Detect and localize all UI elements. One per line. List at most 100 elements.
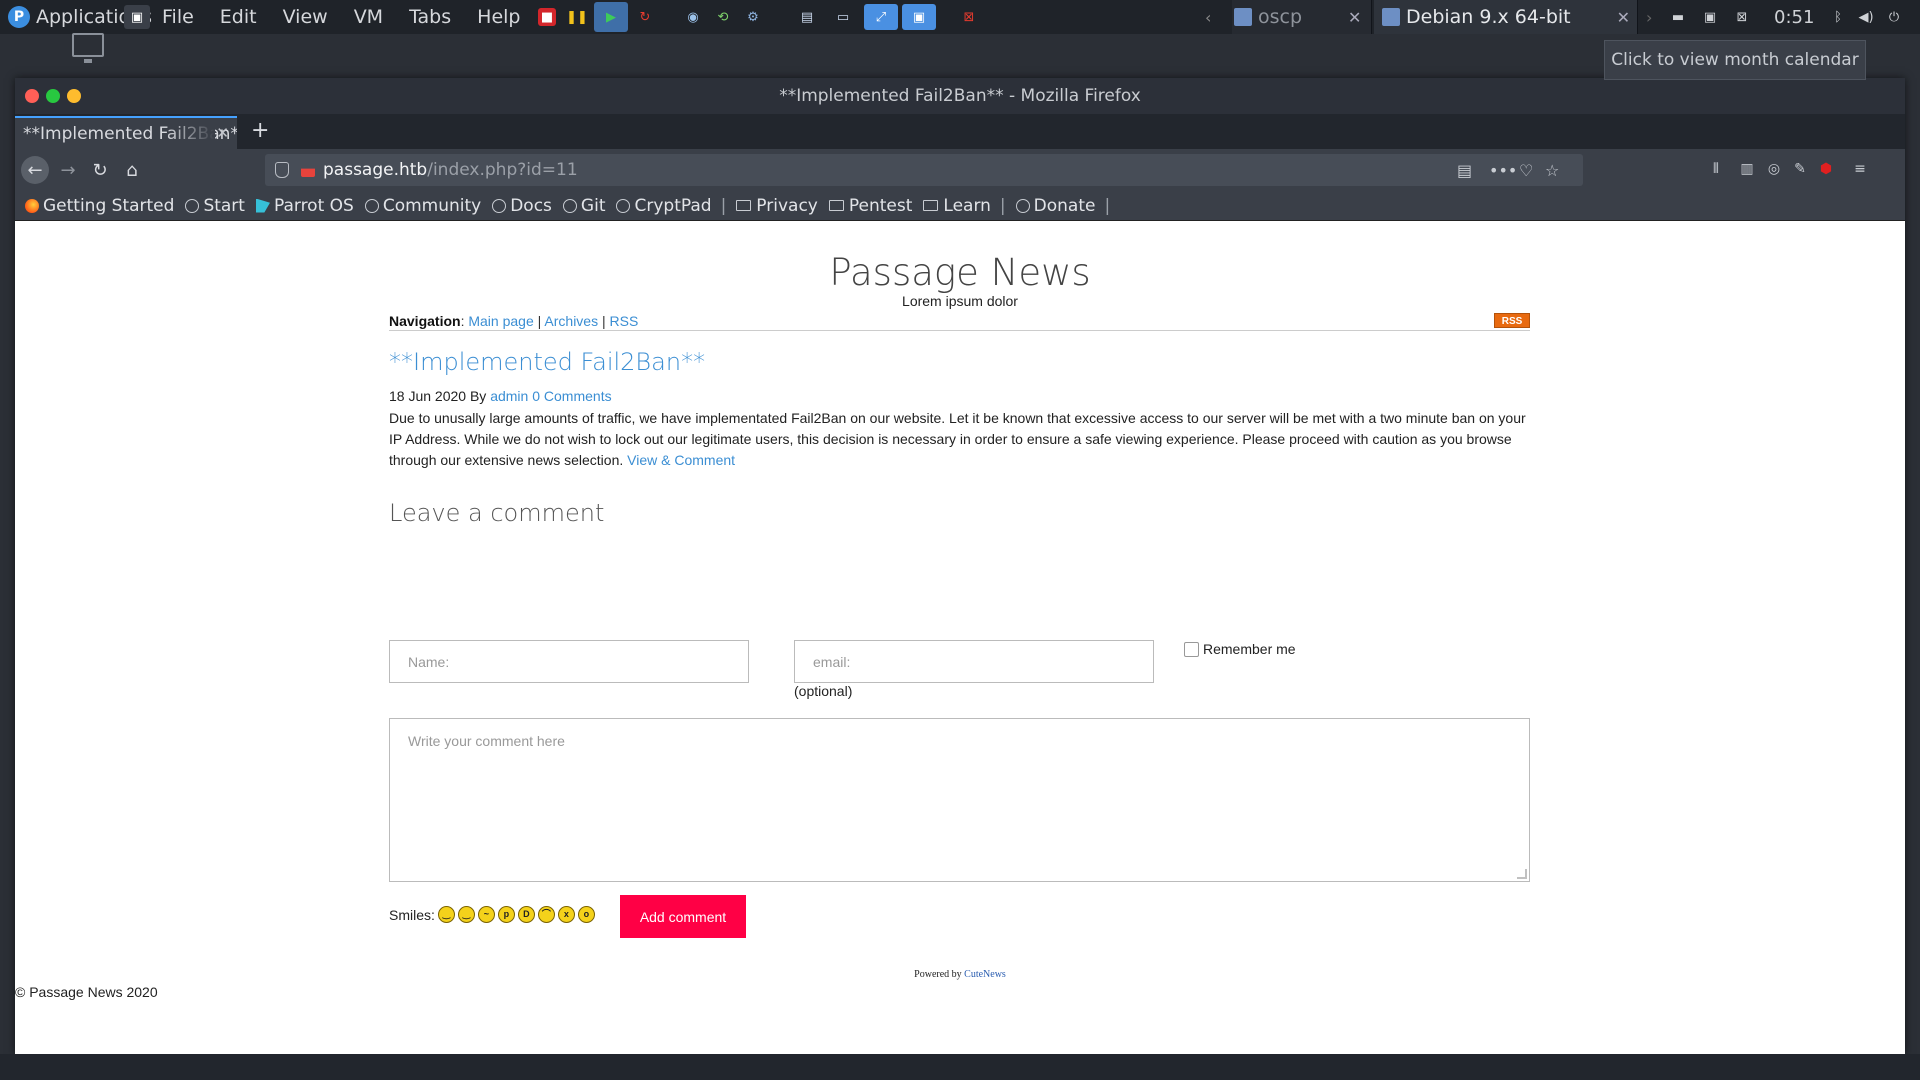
menu-view[interactable]: View xyxy=(283,6,328,28)
bookmark-parrot-os[interactable]: Parrot OS xyxy=(255,196,354,216)
menu-vm[interactable]: VM xyxy=(354,6,383,28)
show-library-icon[interactable]: ▤ xyxy=(798,5,816,29)
vm-tabs-scroll-left[interactable]: ‹ xyxy=(1205,0,1211,34)
nav-main-page-link[interactable]: Main page xyxy=(468,313,533,329)
extension-icon[interactable]: ✎ xyxy=(1791,160,1809,178)
bluetooth-icon[interactable]: ᛒ xyxy=(1828,5,1848,29)
bookmark-donate[interactable]: Donate xyxy=(1015,196,1095,216)
name-input[interactable]: Name: xyxy=(389,640,749,683)
vm-tab-debian[interactable]: Debian 9.x 64-bit ✕ xyxy=(1374,0,1638,34)
post-title-link[interactable]: **Implemented Fail2Ban** xyxy=(389,348,705,376)
reload-icon[interactable]: ↻ xyxy=(86,156,114,184)
library-icon[interactable]: ⫴ xyxy=(1707,160,1725,178)
tracking-protection-icon[interactable] xyxy=(275,162,289,178)
network-icon[interactable]: ⊠ xyxy=(1732,5,1752,29)
bookmark-docs[interactable]: Docs xyxy=(492,196,552,216)
wink-emoticon-icon[interactable]: ‿ xyxy=(457,906,475,923)
bookmark-git[interactable]: Git xyxy=(562,196,605,216)
suspend-icon[interactable]: ❚❚ xyxy=(566,5,588,29)
snapshot-manager-icon[interactable]: ⚙ xyxy=(744,5,762,29)
bookmark-getting-started[interactable]: Getting Started xyxy=(25,196,174,216)
cutenews-link[interactable]: CuteNews xyxy=(964,969,1006,980)
smile-emoticon-icon[interactable]: ‿ xyxy=(437,906,455,923)
reset-icon[interactable]: ↻ xyxy=(636,5,654,29)
firefox-icon xyxy=(25,198,39,213)
new-tab-button[interactable]: + xyxy=(251,118,269,143)
minimize-window-icon[interactable] xyxy=(67,89,81,103)
add-comment-button[interactable]: Add comment xyxy=(620,895,746,938)
clipboard-icon[interactable]: ▣ xyxy=(1700,5,1720,29)
vm-tab-oscp[interactable]: oscp ✕ xyxy=(1232,0,1372,34)
bookmark-folder-privacy[interactable]: Privacy xyxy=(736,196,818,216)
close-icon[interactable]: ✕ xyxy=(1348,8,1361,27)
remember-me-checkbox[interactable] xyxy=(1184,641,1199,657)
window-icon[interactable]: ▬ xyxy=(1668,5,1688,29)
back-icon[interactable]: ← xyxy=(21,156,49,184)
revert-snapshot-icon[interactable]: ⟲ xyxy=(714,5,732,29)
menu-help[interactable]: Help xyxy=(477,6,520,28)
laugh-emoticon-icon[interactable]: D xyxy=(517,906,535,923)
nav-rss-link[interactable]: RSS xyxy=(610,313,639,329)
desktop-monitor-icon[interactable] xyxy=(72,33,104,63)
url-bar[interactable]: passage.htb/index.php?id=11 ▤ ••• ♡ ☆ xyxy=(265,154,1583,186)
bookmark-folder-pentest[interactable]: Pentest xyxy=(828,196,912,216)
folder-icon xyxy=(736,200,752,211)
unity-icon[interactable]: ▣ xyxy=(902,4,936,30)
volume-icon[interactable]: ◀) xyxy=(1856,5,1876,29)
full-screen-icon[interactable]: ⤢ xyxy=(864,4,898,30)
window-titlebar[interactable]: **Implemented Fail2Ban** - Mozilla Firef… xyxy=(15,78,1905,114)
bookmark-start[interactable]: Start xyxy=(185,196,245,216)
snapshot-icon[interactable]: ◉ xyxy=(684,5,702,29)
bookmark-cryptpad[interactable]: CryptPad xyxy=(616,196,712,216)
close-icon[interactable]: ✕ xyxy=(1617,8,1630,27)
play-icon[interactable]: ▶ xyxy=(594,2,628,32)
comment-textarea[interactable]: Write your comment here xyxy=(389,718,1530,882)
ublock-origin-icon[interactable]: ⬢ xyxy=(1817,160,1835,178)
home-icon[interactable]: ⌂ xyxy=(118,156,146,184)
sidebar-icon[interactable]: ▥ xyxy=(1738,160,1756,178)
thumbnail-bar-icon[interactable]: ▭ xyxy=(834,5,852,29)
menu-tabs[interactable]: Tabs xyxy=(409,6,451,28)
reader-view-icon[interactable]: ▤ xyxy=(1457,161,1472,180)
remember-me[interactable]: Remember me xyxy=(1184,641,1296,657)
view-comment-link[interactable]: View & Comment xyxy=(627,452,735,468)
sad-emoticon-icon[interactable]: ⌒ xyxy=(537,906,555,923)
nav-archives-link[interactable]: Archives xyxy=(544,313,598,329)
tray-status: ᛒ ◀) ⏻ xyxy=(1828,0,1904,34)
bookmark-folder-learn[interactable]: Learn xyxy=(923,196,991,216)
clock[interactable]: 0:51 xyxy=(1774,0,1814,34)
angry-emoticon-icon[interactable]: x xyxy=(557,906,575,923)
post-author-link[interactable]: admin xyxy=(490,388,528,404)
close-tab-icon[interactable]: ✕ xyxy=(216,124,229,142)
insecure-connection-icon[interactable] xyxy=(301,168,315,177)
forward-icon[interactable]: → xyxy=(54,156,82,184)
email-input[interactable]: email: xyxy=(794,640,1154,683)
maximize-window-icon[interactable] xyxy=(46,89,60,103)
tongue-emoticon-icon[interactable]: p xyxy=(497,906,515,923)
confused-emoticon-icon[interactable]: ~ xyxy=(477,906,495,923)
smiles-bar: Smiles: ‿ ‿ ~ p D ⌒ x o xyxy=(389,906,595,923)
power-menu-icon[interactable]: ⏻ xyxy=(1884,5,1904,29)
menu-edit[interactable]: Edit xyxy=(220,6,257,28)
page-actions-icon[interactable]: ••• xyxy=(1489,161,1517,180)
post-meta: 18 Jun 2020 By admin 0 Comments xyxy=(389,388,612,404)
copyright-footer: © Passage News 2020 xyxy=(15,984,158,1000)
tab-active[interactable]: **Implemented Fail2Ban** ✕ xyxy=(15,116,237,149)
close-window-icon[interactable] xyxy=(25,89,39,103)
account-icon[interactable]: ◎ xyxy=(1765,160,1783,178)
bookmark-community[interactable]: Community xyxy=(364,196,481,216)
bookmark-star-icon[interactable]: ☆ xyxy=(1545,161,1559,180)
vm-tabs-scroll-right[interactable]: › xyxy=(1646,0,1652,34)
post-text: Due to unusally large amounts of traffic… xyxy=(389,410,1526,468)
menu-file[interactable]: File xyxy=(162,6,194,28)
post-comments-link[interactable]: 0 Comments xyxy=(532,388,611,404)
globe-icon xyxy=(1015,198,1030,213)
rss-badge[interactable]: RSS xyxy=(1494,313,1530,328)
power-off-icon[interactable]: ■ xyxy=(538,8,556,26)
disconnect-icon[interactable]: ⊠ xyxy=(960,5,978,29)
menu-icon[interactable]: ≡ xyxy=(1851,160,1869,178)
terminal-launcher[interactable]: ▣ xyxy=(124,0,150,34)
shock-emoticon-icon[interactable]: o xyxy=(577,906,595,923)
pocket-icon[interactable]: ♡ xyxy=(1519,161,1533,180)
remember-me-label: Remember me xyxy=(1203,641,1296,657)
